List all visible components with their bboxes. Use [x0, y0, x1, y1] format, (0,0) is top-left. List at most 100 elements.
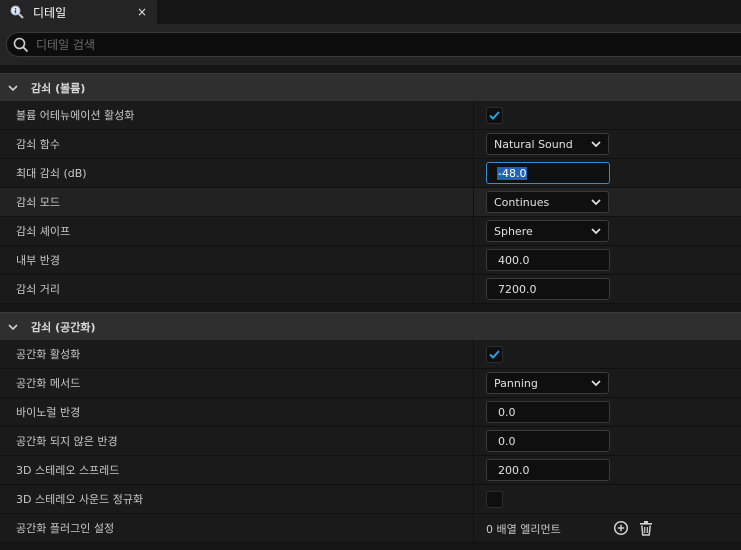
property-name-cell: 감쇠 모드: [0, 188, 474, 216]
property-label: 3D 스테레오 스프레드: [16, 464, 120, 477]
property-value-cell: [474, 101, 741, 129]
property-value-cell: [474, 340, 741, 368]
dropdown-value: Continues: [494, 195, 550, 209]
details-panel: 감쇠 (볼륨) 볼륨 어테뉴에이션 활성화감쇠 함수 Natural Sound 최대…: [0, 65, 741, 543]
number-value: 200.0: [498, 463, 530, 477]
dropdown-value: Natural Sound: [494, 137, 573, 151]
property-row: 감쇠 셰이프 Sphere: [0, 217, 741, 246]
tab-details[interactable]: 디테일 ×: [0, 0, 157, 24]
property-label: 감쇠 거리: [16, 283, 60, 296]
property-number-field[interactable]: 0.0: [486, 430, 610, 452]
property-value-cell: 200.0: [474, 456, 741, 484]
property-row: 바이노럴 반경 0.0: [0, 398, 741, 427]
property-name-cell: 내부 반경: [0, 246, 474, 274]
property-label: 최대 감쇠 (dB): [16, 167, 87, 180]
property-label: 바이노럴 반경: [16, 406, 81, 419]
property-dropdown[interactable]: Sphere: [486, 220, 609, 242]
property-value-cell: Natural Sound: [474, 130, 741, 158]
property-value-cell: 7200.0: [474, 275, 741, 303]
category-header[interactable]: 감쇠 (공간화): [0, 312, 741, 340]
tab-bar: 디테일 ×: [0, 0, 741, 24]
dropdown-value: Sphere: [494, 224, 533, 238]
property-number-field[interactable]: 7200.0: [486, 278, 610, 300]
property-name-cell: 3D 스테레오 스프레드: [0, 456, 474, 484]
property-value-cell: 0 배열 엘리먼트: [474, 514, 741, 542]
category-title: 감쇠 (공간화): [31, 320, 96, 334]
property-label: 공간화 활성화: [16, 348, 81, 361]
trash-icon[interactable]: [638, 520, 654, 536]
number-value: 0.0: [498, 405, 516, 419]
add-element-icon[interactable]: [613, 520, 629, 536]
property-name-cell: 공간화 플러그인 설정: [0, 514, 474, 542]
array-element-count: 0 배열 엘리먼트: [486, 523, 561, 536]
search-bar: [0, 24, 741, 65]
property-name-cell: 공간화 메서드: [0, 369, 474, 397]
tab-title: 디테일: [33, 5, 67, 20]
property-label: 볼륨 어테뉴에이션 활성화: [16, 109, 135, 122]
number-value: 400.0: [498, 253, 530, 267]
property-row: 공간화 메서드 Panning: [0, 369, 741, 398]
property-label: 감쇠 모드: [16, 196, 60, 209]
property-row: 최대 감쇠 (dB) -48.0: [0, 159, 741, 188]
property-row: 공간화 되지 않은 반경 0.0: [0, 427, 741, 456]
property-checkbox[interactable]: [486, 346, 503, 363]
number-value: 0.0: [498, 434, 516, 448]
property-dropdown[interactable]: Panning: [486, 372, 609, 394]
property-value-cell: Panning: [474, 369, 741, 397]
property-row: 3D 스테레오 사운드 정규화: [0, 485, 741, 514]
property-value-cell: Continues: [474, 188, 741, 216]
property-number-field[interactable]: 200.0: [486, 459, 610, 481]
property-name-cell: 공간화 되지 않은 반경: [0, 427, 474, 455]
property-name-cell: 공간화 활성화: [0, 340, 474, 368]
category-title: 감쇠 (볼륨): [31, 81, 86, 95]
property-value-cell: -48.0: [474, 159, 741, 187]
property-name-cell: 바이노럴 반경: [0, 398, 474, 426]
property-label: 내부 반경: [16, 254, 60, 267]
checkmark-icon: [489, 111, 500, 120]
property-row: 공간화 플러그인 설정 0 배열 엘리먼트: [0, 514, 741, 543]
property-row: 볼륨 어테뉴에이션 활성화: [0, 101, 741, 130]
property-row: 공간화 활성화: [0, 340, 741, 369]
property-dropdown[interactable]: Natural Sound: [486, 133, 609, 155]
property-number-field[interactable]: 0.0: [486, 401, 610, 423]
property-label: 감쇠 셰이프: [16, 225, 71, 238]
details-search-icon: [9, 4, 25, 20]
property-label: 3D 스테레오 사운드 정규화: [16, 493, 144, 506]
property-name-cell: 볼륨 어테뉴에이션 활성화: [0, 101, 474, 129]
number-value: -48.0: [497, 166, 528, 180]
property-name-cell: 감쇠 함수: [0, 130, 474, 158]
property-value-cell: Sphere: [474, 217, 741, 245]
property-number-field[interactable]: 400.0: [486, 249, 610, 271]
property-checkbox[interactable]: [486, 107, 503, 124]
search-input[interactable]: [36, 37, 636, 52]
search-field[interactable]: [6, 32, 741, 57]
chevron-down-icon: [591, 227, 601, 234]
property-number-field[interactable]: -48.0: [486, 162, 610, 184]
chevron-down-icon: [591, 379, 601, 386]
number-value: 7200.0: [498, 282, 537, 296]
dropdown-value: Panning: [494, 376, 538, 390]
chevron-down-icon: [591, 198, 601, 205]
checkmark-icon: [489, 350, 500, 359]
property-name-cell: 감쇠 거리: [0, 275, 474, 303]
property-value-cell: [474, 485, 741, 513]
property-name-cell: 감쇠 셰이프: [0, 217, 474, 245]
property-row: 내부 반경 400.0: [0, 246, 741, 275]
property-row: 3D 스테레오 스프레드 200.0: [0, 456, 741, 485]
property-label: 감쇠 함수: [16, 138, 60, 151]
search-icon: [13, 37, 29, 52]
chevron-down-icon[interactable]: [8, 322, 18, 332]
tab-close-button[interactable]: ×: [135, 4, 149, 20]
chevron-down-icon[interactable]: [8, 83, 18, 93]
property-value-cell: 400.0: [474, 246, 741, 274]
property-label: 공간화 되지 않은 반경: [16, 435, 118, 448]
property-value-cell: 0.0: [474, 398, 741, 426]
property-label: 공간화 플러그인 설정: [16, 522, 115, 535]
property-dropdown[interactable]: Continues: [486, 191, 609, 213]
property-value-cell: 0.0: [474, 427, 741, 455]
property-name-cell: 3D 스테레오 사운드 정규화: [0, 485, 474, 513]
property-checkbox[interactable]: [486, 491, 503, 508]
category-header[interactable]: 감쇠 (볼륨): [0, 73, 741, 101]
property-row: 감쇠 모드 Continues: [0, 188, 741, 217]
property-label: 공간화 메서드: [16, 377, 81, 390]
